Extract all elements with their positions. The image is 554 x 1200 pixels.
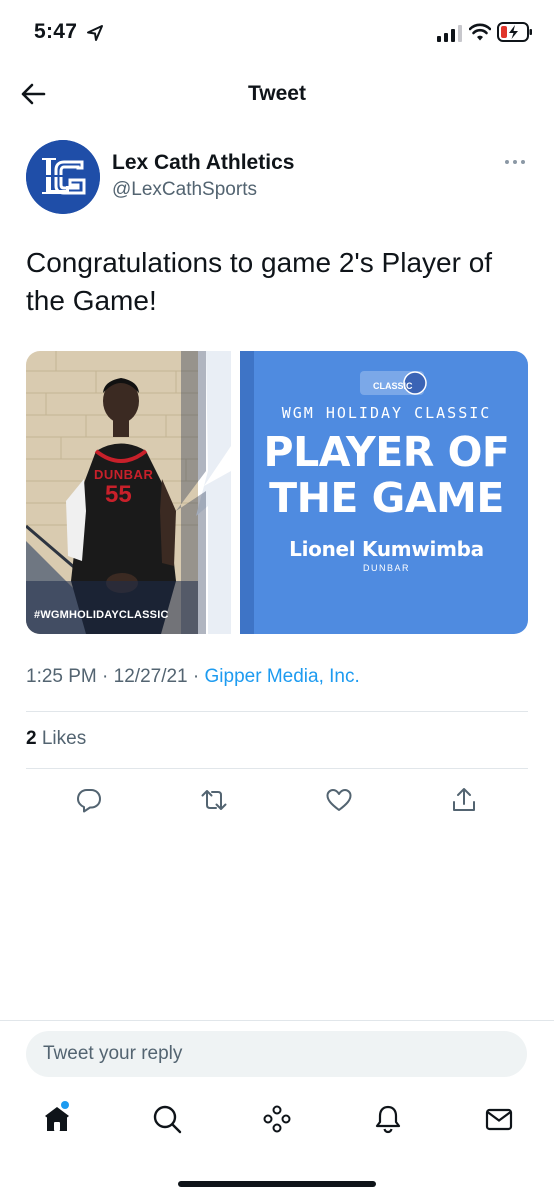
jersey-text: DUNBAR xyxy=(94,467,154,482)
reply-icon[interactable] xyxy=(75,786,103,814)
like-icon[interactable] xyxy=(325,786,353,814)
likes-count[interactable]: 2 Likes xyxy=(26,728,86,750)
status-time: 5:47 xyxy=(34,20,78,43)
meta-separator: · xyxy=(102,666,109,687)
jersey-number: 55 xyxy=(105,481,132,508)
author-handle[interactable]: @LexCathSports xyxy=(112,179,257,201)
status-bar: 5:47 xyxy=(0,0,554,64)
page-title: Tweet xyxy=(248,82,306,105)
reply-divider xyxy=(0,1020,554,1021)
reply-input[interactable] xyxy=(26,1031,527,1077)
signal-icon xyxy=(437,25,462,42)
battery-charging-icon xyxy=(497,22,532,42)
home-notification-dot xyxy=(61,1101,69,1109)
tweet-header: Tweet xyxy=(0,64,554,124)
tweet-time: 1:25 PM xyxy=(26,666,97,687)
tweet-text: Congratulations to game 2's Player of th… xyxy=(26,247,493,316)
media-headline-line2: THE GAME xyxy=(269,474,504,522)
tweet-date: 12/27/21 xyxy=(113,666,188,687)
home-indicator xyxy=(178,1181,376,1187)
media-headline: PLAYER OF THE GAME xyxy=(245,429,528,521)
lc-logo-avatar xyxy=(26,140,100,214)
tweet-media[interactable]: CLASSIC #WGMHOLIDAYCLASSIC WGM HOLIDAY C… xyxy=(26,351,528,634)
avatar[interactable] xyxy=(26,140,100,214)
media-eyebrow: WGM HOLIDAY CLASSIC xyxy=(281,404,492,422)
share-icon[interactable] xyxy=(450,786,478,814)
retweet-icon[interactable] xyxy=(200,786,228,814)
likes-label: Likes xyxy=(41,728,87,749)
media-hashtag: #WGMHOLIDAYCLASSIC xyxy=(34,609,169,621)
wifi-icon xyxy=(469,23,491,41)
divider xyxy=(26,711,528,712)
location-arrow-icon xyxy=(87,25,103,41)
search-icon[interactable] xyxy=(152,1104,182,1134)
spaces-icon[interactable] xyxy=(262,1104,292,1134)
divider xyxy=(26,768,528,769)
meta-separator-2: · xyxy=(192,666,200,687)
media-headline-line1: PLAYER OF xyxy=(263,428,510,476)
notifications-icon[interactable] xyxy=(373,1104,403,1134)
media-school: DUNBAR xyxy=(362,563,410,573)
messages-icon[interactable] xyxy=(484,1104,514,1134)
likes-number: 2 xyxy=(26,728,37,749)
tweet-meta: 1:25 PM · 12/27/21 · Gipper Media, Inc. xyxy=(26,666,360,688)
tweet-source-link[interactable]: Gipper Media, Inc. xyxy=(205,666,360,687)
author-name[interactable]: Lex Cath Athletics xyxy=(112,151,294,175)
media-player-name: Lionel Kumwimba xyxy=(289,537,484,561)
media-logo-text: CLASSIC xyxy=(373,381,413,391)
home-icon[interactable] xyxy=(42,1104,72,1134)
more-dots-icon[interactable] xyxy=(503,156,527,168)
